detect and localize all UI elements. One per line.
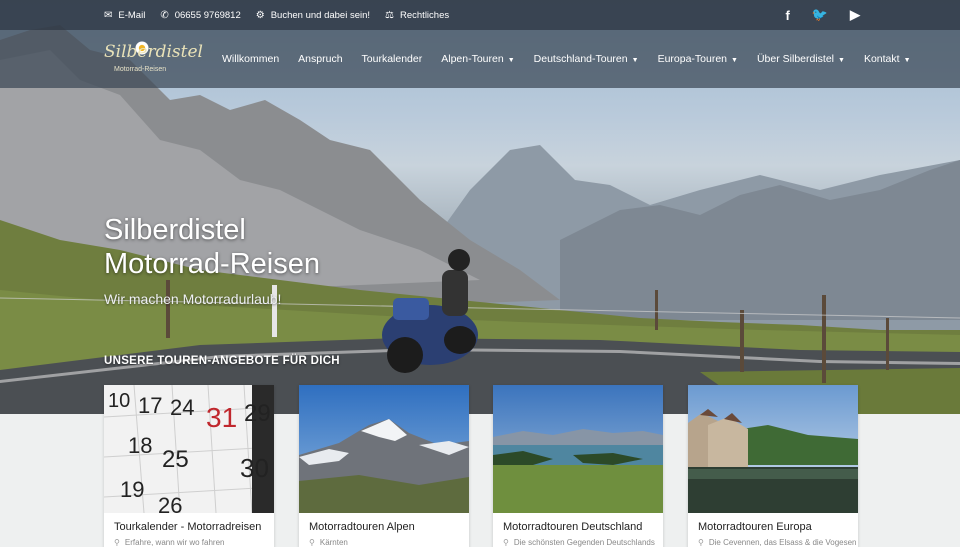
facebook-icon[interactable]: f (785, 8, 789, 23)
alps-image (299, 385, 469, 513)
caret-down-icon: ▼ (631, 57, 639, 64)
hero-subtitle: Wir machen Motorradurlaub! (104, 291, 282, 307)
nav-item-anspruch[interactable]: Anspruch (298, 53, 342, 65)
scales-icon: ⚖ (385, 9, 394, 21)
card-subtitle: ⚲ Die schönsten Gegenden Deutschlands (503, 538, 655, 547)
nav-item-willkommen[interactable]: Willkommen (222, 53, 279, 65)
tour-card-deutschland[interactable]: Motorradtouren Deutschland ⚲ Die schönste… (493, 385, 663, 547)
card-subtitle: ⚲ Kärnten (309, 538, 348, 547)
calendar-day-26: 26 (158, 493, 182, 513)
calendar-day-29: 29 (244, 400, 271, 427)
legal-link[interactable]: ⚖ Rechtliches (385, 10, 449, 21)
location-pin-icon: ⚲ (309, 538, 315, 547)
email-link[interactable]: ✉ E-Mail (104, 10, 145, 21)
top-contact-bar: ✉ E-Mail ✆ 06655 9769812 ⚙ Buchen und da… (0, 0, 960, 30)
tour-card-alpen[interactable]: Motorradtouren Alpen ⚲ Kärnten (299, 385, 469, 547)
caret-down-icon: ▼ (731, 57, 738, 64)
logo-script-text: Silberdistel (104, 42, 203, 62)
nav-item-tourkalender[interactable]: Tourkalender (362, 53, 423, 65)
caret-down-icon: ▼ (838, 57, 845, 64)
europe-town-image (688, 385, 858, 513)
calendar-day-19: 19 (120, 477, 144, 502)
nav-item-europa-touren[interactable]: Europa-Touren ▼ (658, 53, 738, 65)
calendar-image: 10 17 24 31 29 18 25 30 19 26 (104, 385, 274, 513)
calendar-day-30: 30 (240, 453, 269, 483)
card-subtitle: ⚲ Die Cevennen, das Elsass & die Vogesen (698, 538, 857, 547)
phone-link[interactable]: ✆ 06655 9769812 (160, 10, 240, 21)
calendar-day-18: 18 (128, 433, 152, 458)
social-links: f 🐦 ▶ (763, 0, 860, 30)
card-title[interactable]: Motorradtouren Europa (698, 521, 812, 533)
nav-item-alpen-touren[interactable]: Alpen-Touren ▼ (441, 53, 514, 65)
card-subtitle: ⚲ Erfahre, wann wir wo fahren (114, 538, 225, 547)
email-label: E-Mail (118, 9, 146, 21)
section-title: UNSERE TOUREN-ANGEBOTE FÜR DICH (104, 355, 340, 367)
germany-lake-image (493, 385, 663, 513)
card-title[interactable]: Motorradtouren Deutschland (503, 521, 642, 533)
tour-card-europa[interactable]: Motorradtouren Europa ⚲ Die Cevennen, das… (688, 385, 858, 547)
calendar-day-17: 17 (138, 393, 162, 418)
twitter-icon[interactable]: 🐦 (812, 7, 828, 23)
tour-card-tourkalender[interactable]: 10 17 24 31 29 18 25 30 19 26 Tourkalend… (104, 385, 274, 547)
booking-label: Buchen und dabei sein! (270, 9, 371, 21)
card-title[interactable]: Tourkalender - Motorradreisen (114, 521, 261, 533)
nav-menu: Willkommen Anspruch Tourkalender Alpen-T… (222, 30, 930, 88)
main-navigation: Silberdistel Motorrad-Reisen Willkommen … (0, 30, 960, 88)
location-pin-icon: ⚲ (503, 538, 509, 547)
calendar-day-25: 25 (162, 446, 189, 473)
nav-item-ueber-silberdistel[interactable]: Über Silberdistel ▼ (757, 53, 845, 65)
calendar-day-24: 24 (170, 395, 194, 420)
calendar-day-10: 10 (108, 390, 130, 412)
logo-subtitle: Motorrad-Reisen (114, 66, 167, 73)
hero-title-line2: Motorrad-Reisen (104, 248, 320, 280)
envelope-icon: ✉ (104, 9, 113, 21)
phone-icon: ✆ (160, 9, 169, 21)
hero-title-line1: Silberdistel (104, 214, 246, 246)
location-pin-icon: ⚲ (698, 538, 704, 547)
card-title[interactable]: Motorradtouren Alpen (309, 521, 415, 533)
phone-label: 06655 9769812 (174, 9, 241, 21)
youtube-icon[interactable]: ▶ (850, 7, 860, 23)
motorcycle-icon: ⚙ (255, 9, 265, 21)
hero-title: Silberdistel Motorrad-Reisen (104, 213, 320, 281)
site-logo[interactable]: Silberdistel Motorrad-Reisen (104, 40, 203, 80)
nav-item-kontakt[interactable]: Kontakt ▼ (864, 53, 911, 65)
calendar-day-31: 31 (206, 402, 237, 433)
legal-label: Rechtliches (400, 9, 450, 21)
nav-item-deutschland-touren[interactable]: Deutschland-Touren ▼ (534, 53, 639, 65)
booking-link[interactable]: ⚙ Buchen und dabei sein! (256, 10, 370, 21)
caret-down-icon: ▼ (507, 57, 515, 64)
caret-down-icon: ▼ (903, 57, 911, 64)
location-pin-icon: ⚲ (114, 538, 120, 547)
